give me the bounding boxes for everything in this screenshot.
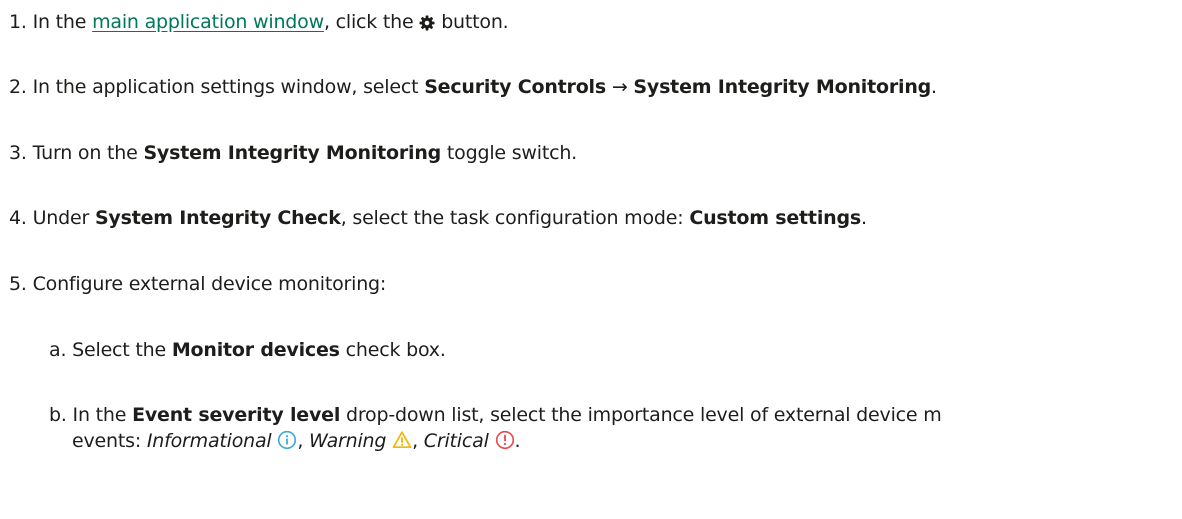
step-number: 4. xyxy=(9,207,27,229)
step-3: 3. Turn on the System Integrity Monitori… xyxy=(9,141,577,165)
menu-path-security-controls: Security Controls xyxy=(424,76,606,98)
step-text: In the application settings window, sele… xyxy=(32,76,419,98)
menu-path-system-integrity-monitoring: System Integrity Monitoring xyxy=(633,76,932,98)
step-number: 1. xyxy=(9,11,27,33)
mode-name: Custom settings xyxy=(689,207,861,229)
path-arrow: → xyxy=(611,76,628,98)
level-informational: Informational xyxy=(146,430,272,452)
checkbox-name: Monitor devices xyxy=(171,339,340,361)
separator: , xyxy=(412,430,418,452)
step-text: Turn on the xyxy=(32,142,138,164)
warning-icon xyxy=(392,430,412,456)
step-number: a. xyxy=(49,339,67,361)
step-text: Configure external device monitoring: xyxy=(32,273,387,295)
dropdown-name: Event severity level xyxy=(132,404,341,426)
substep-b-continued: events: Informational , Warning , Critic… xyxy=(72,429,521,456)
step-text: Select the xyxy=(72,339,166,361)
main-window-link[interactable]: main application window xyxy=(92,11,324,33)
separator: , xyxy=(297,430,304,452)
step-number: 3. xyxy=(9,142,27,164)
step-text: events: xyxy=(72,430,142,452)
gear-icon xyxy=(419,13,435,37)
substep-a: a. Select the Monitor devices check box. xyxy=(49,338,446,362)
step-text: , click the xyxy=(323,11,414,33)
step-number: 2. xyxy=(9,76,27,98)
instructions: 1. In the main application window, click… xyxy=(0,0,1182,519)
level-critical: Critical xyxy=(423,430,489,452)
punctuation: . xyxy=(514,430,521,452)
step-text: Under xyxy=(32,207,90,229)
step-text: drop-down list, select the importance le… xyxy=(346,404,942,426)
step-text: In the xyxy=(32,11,87,33)
step-2: 2. In the application settings window, s… xyxy=(9,75,937,99)
level-warning: Warning xyxy=(309,430,387,452)
section-name: System Integrity Check xyxy=(94,207,341,229)
info-icon xyxy=(277,430,297,456)
critical-icon xyxy=(495,430,515,456)
step-1: 1. In the main application window, click… xyxy=(9,10,509,37)
step-5: 5. Configure external device monitoring: xyxy=(9,272,386,296)
substep-b: b. In the Event severity level drop-down… xyxy=(49,403,942,427)
step-text: check box. xyxy=(345,339,446,361)
step-text: button. xyxy=(441,11,509,33)
step-number: b. xyxy=(49,404,67,426)
punctuation: . xyxy=(860,207,867,229)
step-4: 4. Under System Integrity Check, select … xyxy=(9,206,867,230)
step-number: 5. xyxy=(9,273,27,295)
step-text: toggle switch. xyxy=(446,142,578,164)
toggle-name: System Integrity Monitoring xyxy=(143,142,442,164)
step-text: In the xyxy=(72,404,127,426)
punctuation: . xyxy=(931,76,937,98)
step-text: , select the task configuration mode: xyxy=(340,207,684,229)
